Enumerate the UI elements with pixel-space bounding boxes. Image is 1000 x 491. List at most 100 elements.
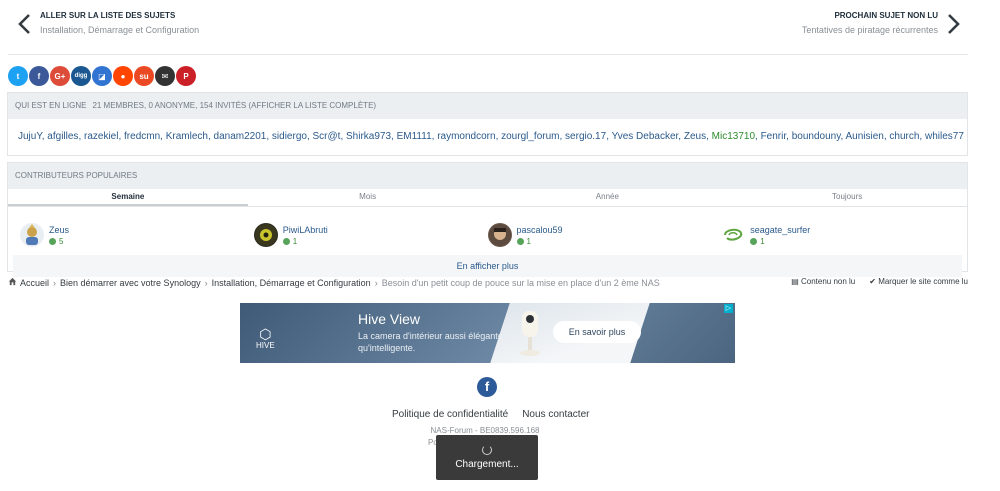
home-icon <box>8 277 17 288</box>
footer-links: Politique de confidentialité Nous contac… <box>392 409 589 420</box>
reputation-icon <box>49 237 56 245</box>
learn-more-button[interactable]: En savoir plus <box>553 321 641 343</box>
leader-name[interactable]: Zeus <box>49 225 69 235</box>
contact-us-link[interactable]: Nous contacter <box>522 409 589 420</box>
member-link[interactable]: JujuY <box>18 131 42 142</box>
leader-name[interactable]: seagate_surfer <box>750 225 810 235</box>
prev-subtitle: Installation, Démarrage et Configuration <box>40 25 200 35</box>
member-link[interactable]: whiles77 <box>925 131 964 142</box>
share-facebook-icon[interactable]: f <box>29 66 49 86</box>
member-link[interactable]: Zeus <box>684 131 706 142</box>
member-link[interactable]: raymondcorn <box>437 131 495 142</box>
mark-site-read-link[interactable]: ✔ Marquer le site comme lu <box>869 277 968 286</box>
member-link[interactable]: razekiel <box>84 131 118 142</box>
reputation-icon <box>750 237 758 245</box>
chevron-right-icon: › <box>204 277 208 288</box>
member-link[interactable]: Shirka973 <box>346 131 391 142</box>
avatar[interactable] <box>487 223 512 247</box>
share-pinterest-icon[interactable]: P <box>176 66 196 86</box>
share-google-plus-icon[interactable]: G+ <box>50 66 70 86</box>
chevron-right-icon: › <box>374 277 378 288</box>
member-link[interactable]: afgilles <box>47 131 78 142</box>
share-reddit-icon[interactable]: ● <box>113 66 133 86</box>
breadcrumb: Accueil › Bien démarrer avec votre Synol… <box>8 277 660 288</box>
member-link[interactable]: boundouny <box>792 131 841 142</box>
reputation-icon <box>516 237 524 245</box>
tab-all-time[interactable]: Toujours <box>727 189 967 206</box>
leader-item: Zeus 5 <box>20 219 254 251</box>
topic-navigation: ALLER SUR LA LISTE DES SUJETS Installati… <box>8 0 968 55</box>
share-digg-icon[interactable]: digg <box>71 66 91 86</box>
reputation-badge: 1 <box>282 237 328 246</box>
breadcrumb-home[interactable]: Accueil <box>20 278 49 288</box>
member-link[interactable]: Yves Debacker <box>612 131 679 142</box>
advertisement-banner[interactable]: ⬡ HIVE Hive View La camera d'intérieur a… <box>240 303 735 363</box>
show-more-button[interactable]: En afficher plus <box>13 255 962 277</box>
member-link[interactable]: Mic13710 <box>712 131 755 142</box>
share-email-icon[interactable]: ✉ <box>155 66 175 86</box>
avatar[interactable] <box>253 223 278 247</box>
online-members-list: JujuY, afgilles, razekiel, fredcmn, Kram… <box>18 131 964 142</box>
unread-content-link[interactable]: ▤ Contenu non lu <box>791 277 855 286</box>
adchoices-icon[interactable]: ▷ <box>724 304 733 313</box>
member-link[interactable]: EM1111 <box>397 131 432 142</box>
breadcrumb-actions: ▤ Contenu non lu ✔ Marquer le site comme… <box>791 277 968 286</box>
share-delicious-icon[interactable]: ◪ <box>92 66 112 86</box>
next-unread-topic-link[interactable]: PROCHAIN SUJET NON LU Tentatives de pira… <box>796 8 964 40</box>
who-is-online-box: QUI EST EN LIGNE 21 MEMBRES, 0 ANONYME, 1… <box>7 92 968 156</box>
who-is-online-header: QUI EST EN LIGNE 21 MEMBRES, 0 ANONYME, 1… <box>8 93 967 119</box>
reputation-badge: 1 <box>516 237 563 246</box>
next-subtitle: Tentatives de piratage récurrentes <box>801 25 938 35</box>
hexagon-icon: ⬡ <box>259 326 272 342</box>
camera-icon <box>515 305 545 359</box>
newspaper-icon: ▤ <box>791 277 799 286</box>
next-title: PROCHAIN SUJET NON LU <box>834 11 938 20</box>
ad-text: La camera d'intérieur aussi élégante qu'… <box>358 331 503 353</box>
breadcrumb-item[interactable]: Bien démarrer avec votre Synology <box>60 278 201 288</box>
tab-year[interactable]: Année <box>488 189 728 206</box>
chevron-left-icon <box>14 8 34 40</box>
chevron-right-icon: › <box>53 277 57 288</box>
member-link[interactable]: Aunisien <box>845 131 883 142</box>
contributors-tabs: Semaine Mois Année Toujours <box>8 189 967 207</box>
reputation-badge: 5 <box>49 237 69 246</box>
spinner-icon <box>482 445 492 455</box>
member-link[interactable]: Scr@t <box>313 131 341 142</box>
member-link[interactable]: church <box>889 131 919 142</box>
back-to-topic-list-link[interactable]: ALLER SUR LA LISTE DES SUJETS Installati… <box>14 8 205 40</box>
breadcrumb-item[interactable]: Installation, Démarrage et Configuration <box>212 278 371 288</box>
popular-contributors-box: CONTRIBUTEURS POPULAIRES Semaine Mois An… <box>7 162 968 277</box>
share-stumbleupon-icon[interactable]: su <box>134 66 154 86</box>
check-icon: ✔ <box>869 277 876 286</box>
avatar[interactable] <box>721 223 746 247</box>
share-twitter-icon[interactable]: t <box>8 66 28 86</box>
company-info: NAS-Forum - BE0839.596.168 <box>430 426 540 435</box>
loading-indicator: Chargement... <box>436 435 538 480</box>
loading-label: Chargement... <box>455 459 519 470</box>
member-link[interactable]: sergio.17 <box>565 131 606 142</box>
tab-week[interactable]: Semaine <box>8 189 248 206</box>
leader-name[interactable]: pascalou59 <box>517 225 563 235</box>
online-title: QUI EST EN LIGNE <box>15 101 87 110</box>
popular-contributors-header: CONTRIBUTEURS POPULAIRES <box>8 163 967 189</box>
leader-item: pascalou59 1 <box>487 219 722 251</box>
reputation-badge: 1 <box>750 237 810 246</box>
breadcrumb-current: Besoin d'un petit coup de pouce sur la m… <box>381 277 660 288</box>
member-link[interactable]: fredcmn <box>124 131 160 142</box>
page: ALLER SUR LA LISTE DES SUJETS Installati… <box>0 0 1000 491</box>
privacy-policy-link[interactable]: Politique de confidentialité <box>392 409 508 420</box>
chevron-right-icon <box>944 8 964 40</box>
ad-title: Hive View <box>358 311 420 327</box>
avatar[interactable] <box>20 223 44 247</box>
leader-name[interactable]: PiwiLAbruti <box>283 225 328 235</box>
facebook-icon[interactable]: f <box>477 377 497 397</box>
member-link[interactable]: Fenrir <box>761 131 787 142</box>
leader-item: seagate_surfer 1 <box>721 219 955 251</box>
member-link[interactable]: Kramlech <box>166 131 208 142</box>
leaders-list: Zeus 5 PiwiLAbruti 1 pascalou59 1 seagat… <box>8 207 967 251</box>
tab-month[interactable]: Mois <box>248 189 488 206</box>
member-link[interactable]: sidiergo <box>272 131 307 142</box>
member-link[interactable]: danam2201 <box>214 131 267 142</box>
member-link[interactable]: zourgl_forum <box>501 131 559 142</box>
online-count-link[interactable]: 21 MEMBRES, 0 ANONYME, 154 INVITÉS (AFFI… <box>92 101 376 110</box>
